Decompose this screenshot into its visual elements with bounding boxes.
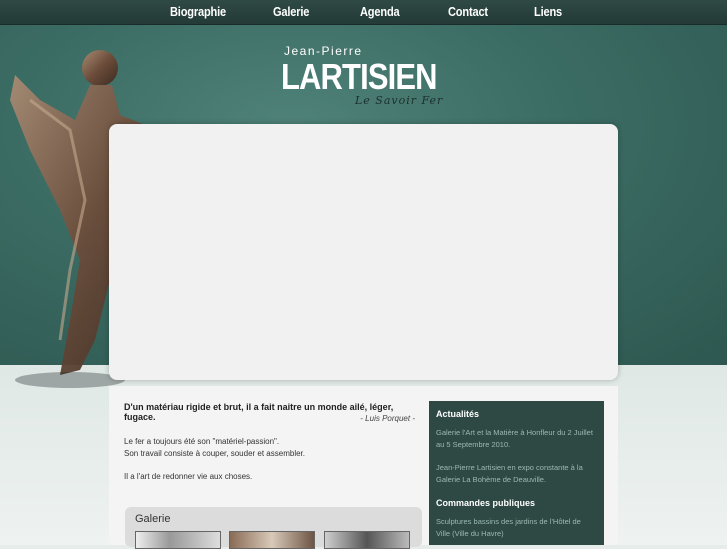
- logo-lastname: LARTISIEN: [281, 56, 438, 97]
- intro-text-line-3: Il a l'art de redonner vie aux choses.: [124, 472, 253, 481]
- commandes-heading: Commandes publiques: [436, 498, 536, 508]
- intro-text-line-2: Son travail consiste à couper, souder et…: [124, 449, 305, 458]
- galerie-thumbnail-1[interactable]: [135, 531, 221, 549]
- nav-contact[interactable]: Contact: [448, 4, 488, 19]
- intro-text-line-1: Le fer a toujours été son "matériel-pass…: [124, 437, 280, 446]
- nav-biographie[interactable]: Biographie: [170, 4, 226, 19]
- actualites-item-2: Jean-Pierre Lartisien en expo constante …: [436, 463, 583, 484]
- nav-galerie[interactable]: Galerie: [273, 4, 309, 19]
- logo-tagline: Le Savoir Fer: [355, 94, 444, 107]
- nav-agenda[interactable]: Agenda: [360, 4, 400, 19]
- galerie-thumbnail-3[interactable]: [324, 531, 410, 549]
- galerie-thumbnail-2[interactable]: [229, 531, 315, 549]
- top-navigation: Biographie Galerie Agenda Contact Liens: [0, 0, 727, 25]
- commandes-item-1: Sculptures bassins des jardins de l'Hôte…: [436, 517, 581, 538]
- actualites-heading: Actualités: [436, 409, 480, 419]
- nav-liens[interactable]: Liens: [534, 4, 562, 19]
- actualites-item-1: Galerie l'Art et la Matière à Honfleur d…: [436, 428, 593, 449]
- galerie-title: Galerie: [135, 513, 171, 525]
- slideshow-panel: [109, 124, 618, 380]
- quote-author: - Luis Porquet -: [360, 414, 415, 423]
